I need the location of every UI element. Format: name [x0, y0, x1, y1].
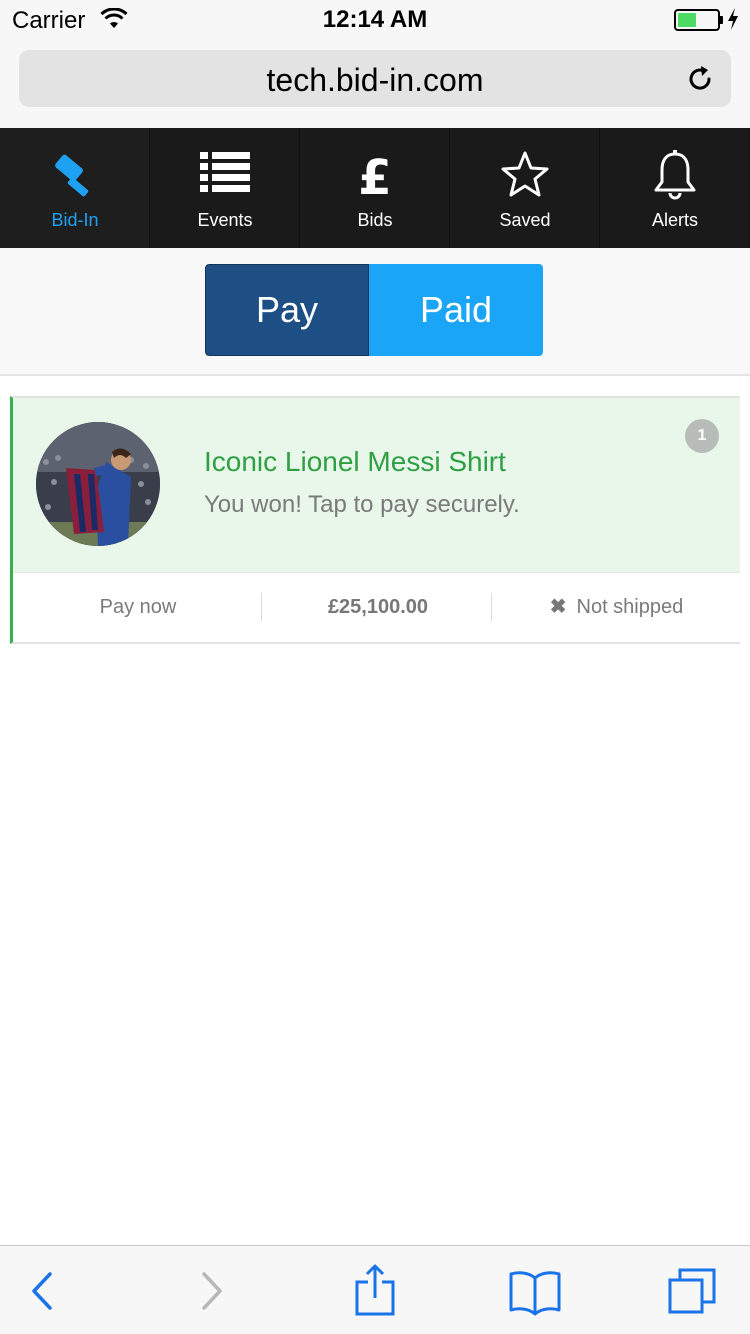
- status-bar: Carrier 12:14 AM: [0, 0, 750, 40]
- pay-paid-toggle: Pay Paid: [205, 264, 543, 356]
- toggle-area: Pay Paid: [0, 248, 750, 376]
- browser-address-area: tech.bid-in.com: [0, 40, 750, 128]
- star-icon: [501, 151, 549, 197]
- forward-icon[interactable]: [184, 1264, 238, 1318]
- nav-item-bid-in[interactable]: Bid-In: [0, 128, 150, 248]
- item-photo: [36, 422, 160, 546]
- app-nav: Bid-In Events £ Bids Saved Alerts: [0, 128, 750, 248]
- shipping-status-label: Not shipped: [576, 596, 684, 618]
- charging-bolt-icon: [728, 8, 738, 30]
- browser-toolbar: [0, 1245, 750, 1334]
- item-subtitle: You won! Tap to pay securely.: [204, 491, 520, 518]
- close-icon: ✖: [549, 596, 567, 618]
- back-icon[interactable]: [16, 1264, 70, 1318]
- nav-label-alerts: Alerts: [651, 210, 698, 230]
- nav-item-alerts[interactable]: Alerts: [600, 128, 750, 248]
- gavel-icon: [55, 154, 89, 197]
- pay-now-button[interactable]: Pay now: [13, 573, 263, 643]
- url-text[interactable]: tech.bid-in.com: [19, 62, 731, 99]
- battery-icon: [674, 9, 720, 31]
- nav-label-bids: Bids: [357, 210, 393, 230]
- address-bar[interactable]: tech.bid-in.com: [19, 50, 731, 107]
- divider: [491, 593, 492, 621]
- nav-item-saved[interactable]: Saved: [450, 128, 600, 248]
- svg-text:£: £: [358, 150, 391, 200]
- tabs-icon[interactable]: [666, 1264, 720, 1318]
- card-footer: Pay now £25,100.00 ✖ Not shipped: [13, 572, 740, 642]
- item-title: Iconic Lionel Messi Shirt: [204, 446, 506, 477]
- battery-tip: [720, 16, 723, 24]
- nav-item-bids[interactable]: £ Bids: [300, 128, 450, 248]
- pound-icon: £: [358, 150, 391, 200]
- item-photo-image: [36, 422, 160, 546]
- nav-label-saved: Saved: [499, 210, 551, 230]
- share-icon[interactable]: [348, 1264, 402, 1318]
- nav-label-events: Events: [197, 210, 253, 230]
- bell-icon: [654, 150, 696, 200]
- divider: [261, 593, 262, 621]
- clock: 12:14 AM: [322, 6, 428, 33]
- list-icon: [200, 152, 250, 192]
- card-header[interactable]: Iconic Lionel Messi Shirt You won! Tap t…: [13, 398, 740, 572]
- tab-paid[interactable]: Paid: [369, 264, 543, 356]
- nav-label-bid-in: Bid-In: [51, 210, 99, 230]
- won-item-card[interactable]: Iconic Lionel Messi Shirt You won! Tap t…: [10, 396, 740, 644]
- shipping-status: ✖ Not shipped: [493, 573, 740, 643]
- notification-badge: 1: [685, 419, 719, 453]
- nav-item-events[interactable]: Events: [150, 128, 300, 248]
- bookmarks-icon[interactable]: [508, 1264, 562, 1318]
- tab-pay[interactable]: Pay: [205, 264, 369, 356]
- reload-icon[interactable]: [685, 64, 715, 94]
- item-price: £25,100.00: [327, 596, 429, 618]
